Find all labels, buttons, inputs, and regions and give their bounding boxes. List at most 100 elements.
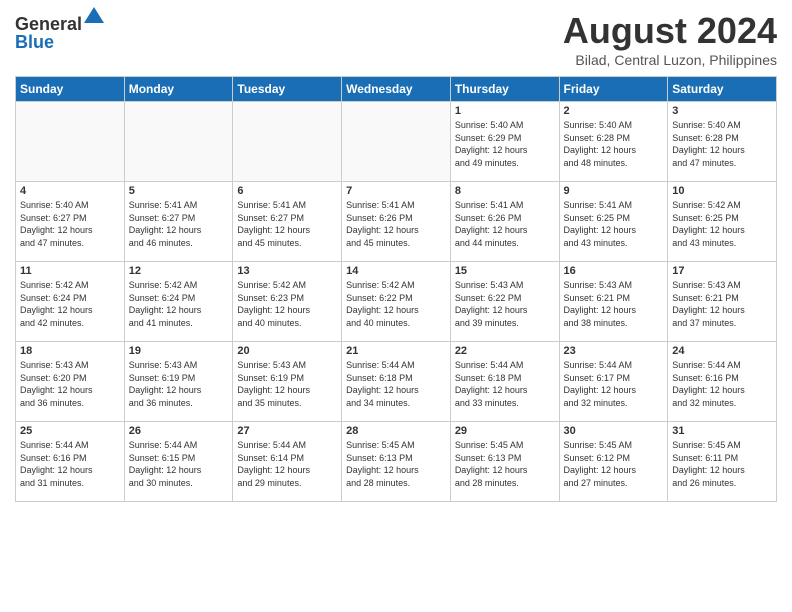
table-row: 28 Sunrise: 5:45 AM Sunset: 6:13 PM Dayli… <box>342 422 451 502</box>
day-number: 14 <box>346 265 446 277</box>
day-number: 5 <box>129 185 229 197</box>
day-info: Sunrise: 5:41 AM Sunset: 6:26 PM Dayligh… <box>455 199 555 249</box>
day-number: 6 <box>237 185 337 197</box>
day-info: Sunrise: 5:43 AM Sunset: 6:21 PM Dayligh… <box>672 279 772 329</box>
day-info: Sunrise: 5:45 AM Sunset: 6:13 PM Dayligh… <box>346 439 446 489</box>
table-row <box>233 102 342 182</box>
table-row: 22 Sunrise: 5:44 AM Sunset: 6:18 PM Dayli… <box>450 342 559 422</box>
calendar-week-5: 25 Sunrise: 5:44 AM Sunset: 6:16 PM Dayli… <box>16 422 777 502</box>
col-sunday: Sunday <box>16 77 125 102</box>
day-info: Sunrise: 5:40 AM Sunset: 6:28 PM Dayligh… <box>564 119 664 169</box>
day-info: Sunrise: 5:42 AM Sunset: 6:23 PM Dayligh… <box>237 279 337 329</box>
main-container: General Blue August 2024 Bilad, Central … <box>0 0 792 512</box>
day-number: 3 <box>672 105 772 117</box>
table-row: 8 Sunrise: 5:41 AM Sunset: 6:26 PM Daylig… <box>450 182 559 262</box>
day-info: Sunrise: 5:45 AM Sunset: 6:12 PM Dayligh… <box>564 439 664 489</box>
day-info: Sunrise: 5:42 AM Sunset: 6:24 PM Dayligh… <box>20 279 120 329</box>
day-number: 25 <box>20 425 120 437</box>
table-row: 29Sunrise: 5:45 AM Sunset: 6:13 PM Dayli… <box>450 422 559 502</box>
calendar-week-4: 18 Sunrise: 5:43 AM Sunset: 6:20 PM Dayli… <box>16 342 777 422</box>
table-row: 17Sunrise: 5:43 AM Sunset: 6:21 PM Dayli… <box>668 262 777 342</box>
day-info: Sunrise: 5:43 AM Sunset: 6:19 PM Dayligh… <box>237 359 337 409</box>
day-info: Sunrise: 5:44 AM Sunset: 6:18 PM Dayligh… <box>346 359 446 409</box>
day-info: Sunrise: 5:42 AM Sunset: 6:24 PM Dayligh… <box>129 279 229 329</box>
table-row <box>342 102 451 182</box>
day-info: Sunrise: 5:41 AM Sunset: 6:27 PM Dayligh… <box>237 199 337 249</box>
col-thursday: Thursday <box>450 77 559 102</box>
day-number: 27 <box>237 425 337 437</box>
table-row: 4Sunrise: 5:40 AM Sunset: 6:27 PM Daylig… <box>16 182 125 262</box>
location: Bilad, Central Luzon, Philippines <box>563 52 777 68</box>
day-number: 16 <box>564 265 664 277</box>
day-info: Sunrise: 5:40 AM Sunset: 6:29 PM Dayligh… <box>455 119 555 169</box>
day-info: Sunrise: 5:41 AM Sunset: 6:27 PM Dayligh… <box>129 199 229 249</box>
table-row: 12 Sunrise: 5:42 AM Sunset: 6:24 PM Dayli… <box>124 262 233 342</box>
day-info: Sunrise: 5:44 AM Sunset: 6:15 PM Dayligh… <box>129 439 229 489</box>
table-row <box>16 102 125 182</box>
day-number: 1 <box>455 105 555 117</box>
day-info: Sunrise: 5:44 AM Sunset: 6:17 PM Dayligh… <box>564 359 664 409</box>
table-row: 26 Sunrise: 5:44 AM Sunset: 6:15 PM Dayli… <box>124 422 233 502</box>
table-row: 25 Sunrise: 5:44 AM Sunset: 6:16 PM Dayli… <box>16 422 125 502</box>
day-number: 20 <box>237 345 337 357</box>
header: General Blue August 2024 Bilad, Central … <box>15 10 777 68</box>
logo-icon <box>84 5 104 25</box>
day-info: Sunrise: 5:44 AM Sunset: 6:16 PM Dayligh… <box>20 439 120 489</box>
day-info: Sunrise: 5:40 AM Sunset: 6:27 PM Dayligh… <box>20 199 120 249</box>
month-year: August 2024 <box>563 10 777 52</box>
day-number: 21 <box>346 345 446 357</box>
table-row: 19 Sunrise: 5:43 AM Sunset: 6:19 PM Dayli… <box>124 342 233 422</box>
table-row: 11Sunrise: 5:42 AM Sunset: 6:24 PM Dayli… <box>16 262 125 342</box>
col-tuesday: Tuesday <box>233 77 342 102</box>
day-info: Sunrise: 5:44 AM Sunset: 6:18 PM Dayligh… <box>455 359 555 409</box>
day-info: Sunrise: 5:41 AM Sunset: 6:26 PM Dayligh… <box>346 199 446 249</box>
table-row: 5 Sunrise: 5:41 AM Sunset: 6:27 PM Daylig… <box>124 182 233 262</box>
day-number: 10 <box>672 185 772 197</box>
day-number: 8 <box>455 185 555 197</box>
day-number: 29 <box>455 425 555 437</box>
day-number: 18 <box>20 345 120 357</box>
day-number: 23 <box>564 345 664 357</box>
day-number: 9 <box>564 185 664 197</box>
table-row: 1 Sunrise: 5:40 AM Sunset: 6:29 PM Daylig… <box>450 102 559 182</box>
table-row: 9 Sunrise: 5:41 AM Sunset: 6:25 PM Daylig… <box>559 182 668 262</box>
day-info: Sunrise: 5:42 AM Sunset: 6:22 PM Dayligh… <box>346 279 446 329</box>
table-row: 15Sunrise: 5:43 AM Sunset: 6:22 PM Dayli… <box>450 262 559 342</box>
table-row: 18 Sunrise: 5:43 AM Sunset: 6:20 PM Dayli… <box>16 342 125 422</box>
table-row: 30Sunrise: 5:45 AM Sunset: 6:12 PM Dayli… <box>559 422 668 502</box>
day-number: 12 <box>129 265 229 277</box>
table-row: 3Sunrise: 5:40 AM Sunset: 6:28 PM Daylig… <box>668 102 777 182</box>
day-number: 2 <box>564 105 664 117</box>
day-number: 19 <box>129 345 229 357</box>
table-row: 10Sunrise: 5:42 AM Sunset: 6:25 PM Dayli… <box>668 182 777 262</box>
title-section: August 2024 Bilad, Central Luzon, Philip… <box>563 10 777 68</box>
table-row <box>124 102 233 182</box>
day-info: Sunrise: 5:45 AM Sunset: 6:11 PM Dayligh… <box>672 439 772 489</box>
day-info: Sunrise: 5:41 AM Sunset: 6:25 PM Dayligh… <box>564 199 664 249</box>
day-info: Sunrise: 5:43 AM Sunset: 6:19 PM Dayligh… <box>129 359 229 409</box>
calendar-table: Sunday Monday Tuesday Wednesday Thursday… <box>15 76 777 502</box>
table-row: 13Sunrise: 5:42 AM Sunset: 6:23 PM Dayli… <box>233 262 342 342</box>
col-monday: Monday <box>124 77 233 102</box>
table-row: 27Sunrise: 5:44 AM Sunset: 6:14 PM Dayli… <box>233 422 342 502</box>
day-number: 7 <box>346 185 446 197</box>
day-number: 22 <box>455 345 555 357</box>
day-number: 28 <box>346 425 446 437</box>
calendar-week-2: 4Sunrise: 5:40 AM Sunset: 6:27 PM Daylig… <box>16 182 777 262</box>
table-row: 2 Sunrise: 5:40 AM Sunset: 6:28 PM Daylig… <box>559 102 668 182</box>
day-info: Sunrise: 5:43 AM Sunset: 6:20 PM Dayligh… <box>20 359 120 409</box>
day-number: 26 <box>129 425 229 437</box>
col-friday: Friday <box>559 77 668 102</box>
col-wednesday: Wednesday <box>342 77 451 102</box>
day-number: 24 <box>672 345 772 357</box>
calendar-week-3: 11Sunrise: 5:42 AM Sunset: 6:24 PM Dayli… <box>16 262 777 342</box>
day-number: 15 <box>455 265 555 277</box>
calendar-header-row: Sunday Monday Tuesday Wednesday Thursday… <box>16 77 777 102</box>
logo-general-text: General <box>15 15 82 33</box>
col-saturday: Saturday <box>668 77 777 102</box>
table-row: 23 Sunrise: 5:44 AM Sunset: 6:17 PM Dayli… <box>559 342 668 422</box>
day-info: Sunrise: 5:43 AM Sunset: 6:21 PM Dayligh… <box>564 279 664 329</box>
day-info: Sunrise: 5:44 AM Sunset: 6:16 PM Dayligh… <box>672 359 772 409</box>
table-row: 6 Sunrise: 5:41 AM Sunset: 6:27 PM Daylig… <box>233 182 342 262</box>
table-row: 31Sunrise: 5:45 AM Sunset: 6:11 PM Dayli… <box>668 422 777 502</box>
